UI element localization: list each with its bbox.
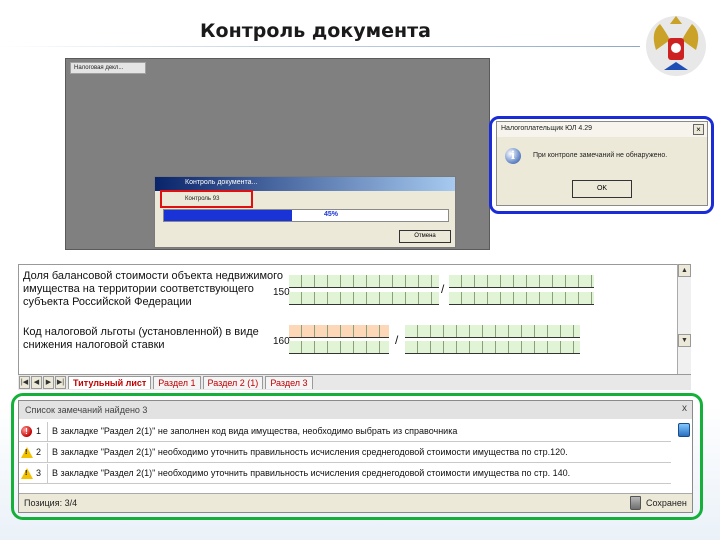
- trash-icon[interactable]: [630, 496, 641, 510]
- benefit-code-input-2[interactable]: [289, 341, 389, 354]
- error-number: 3: [36, 468, 42, 478]
- error-row[interactable]: ! 2 В закладке "Раздел 2(1)" необходимо …: [19, 443, 671, 463]
- tab-title-page[interactable]: Титульный лист: [68, 376, 152, 389]
- next-tab-icon[interactable]: ▶: [43, 376, 54, 389]
- info-dialog-title: Налогоплательщик ЮЛ 4.29: [497, 122, 707, 137]
- tab-section-3[interactable]: Раздел 3: [265, 376, 313, 389]
- benefit-rate-input[interactable]: [405, 325, 580, 338]
- form-label-share: Доля балансовой стоимости объекта недвиж…: [23, 270, 284, 308]
- progress-dialog-title: Контроль документа...: [155, 177, 455, 191]
- scroll-down-arrow-icon[interactable]: ▼: [678, 334, 691, 347]
- error-text: В закладке "Раздел 2(1)" не заполнен код…: [52, 426, 458, 436]
- share-denominator-input[interactable]: [449, 275, 594, 288]
- scroll-up-arrow-icon[interactable]: ▲: [678, 264, 691, 277]
- share-denominator-input-2[interactable]: [449, 292, 594, 305]
- progress-dialog: Контроль документа... Контроль 93 45% От…: [154, 176, 456, 248]
- error-stop-icon: !: [21, 426, 32, 437]
- declaration-form: Доля балансовой стоимости объекта недвиж…: [18, 264, 691, 390]
- info-icon: i: [505, 148, 521, 164]
- prev-tab-icon[interactable]: ◀: [31, 376, 42, 389]
- fraction-slash-2: /: [395, 333, 399, 347]
- fraction-slash: /: [441, 282, 445, 296]
- row-divider: [47, 464, 48, 483]
- share-numerator-input[interactable]: [289, 275, 439, 288]
- line-code-160: 160: [273, 336, 290, 347]
- error-row[interactable]: ! 3 В закладке "Раздел 2(1)" необходимо …: [19, 464, 671, 484]
- copy-icon[interactable]: [678, 423, 690, 437]
- slide-title: Контроль документа: [200, 20, 431, 42]
- row-divider: [47, 443, 48, 462]
- errors-header: Список замечаний найдено 3 x: [19, 401, 692, 419]
- errors-header-title: Список замечаний найдено 3: [25, 405, 148, 415]
- info-dialog: Налогоплательщик ЮЛ 4.29 × i При контрол…: [496, 121, 708, 206]
- benefit-rate-input-2[interactable]: [405, 341, 580, 354]
- row-divider: [47, 422, 48, 441]
- progress-label: 45%: [324, 211, 339, 218]
- error-number: 1: [36, 426, 42, 436]
- progress-bar: 45%: [163, 209, 449, 222]
- close-icon[interactable]: x: [682, 403, 687, 414]
- info-message: При контроле замечаний не обнаружено.: [533, 152, 668, 159]
- window-title: Налоговая декл...: [70, 62, 146, 74]
- close-icon[interactable]: ×: [693, 124, 704, 135]
- error-text: В закладке "Раздел 2(1)" необходимо уточ…: [52, 447, 568, 457]
- error-number: 2: [36, 447, 42, 457]
- form-scrollbar[interactable]: ▲ ▼: [677, 264, 691, 376]
- last-tab-icon[interactable]: ▶|: [55, 376, 66, 389]
- error-row[interactable]: ! 1 В закладке "Раздел 2(1)" не заполнен…: [19, 422, 671, 442]
- first-tab-icon[interactable]: |◀: [19, 376, 30, 389]
- section-tabs: |◀ ◀ ▶ ▶| Титульный лист Раздел 1 Раздел…: [18, 374, 691, 390]
- status-state: Сохранен: [646, 498, 687, 508]
- status-highlight-frame: [160, 190, 253, 208]
- status-position: Позиция: 3/4: [24, 498, 78, 508]
- errors-panel: Список замечаний найдено 3 x ! 1 В закла…: [18, 400, 693, 513]
- line-code-150: 150: [273, 287, 290, 298]
- russian-coat-of-arms-icon: [646, 16, 706, 76]
- share-numerator-input-2[interactable]: [289, 292, 439, 305]
- ok-button[interactable]: OK: [572, 180, 632, 198]
- tab-section-1[interactable]: Раздел 1: [153, 376, 201, 389]
- form-label-benefit-code: Код налоговой льготы (установленной) в в…: [23, 326, 259, 351]
- status-bar: Позиция: 3/4 Сохранен: [19, 493, 692, 512]
- progress-fill: [164, 210, 292, 221]
- tab-section-2-1[interactable]: Раздел 2 (1): [202, 376, 264, 389]
- title-underline: [0, 46, 640, 47]
- cancel-button[interactable]: Отмена: [399, 230, 451, 243]
- error-text: В закладке "Раздел 2(1)" необходимо уточ…: [52, 468, 571, 478]
- benefit-code-input[interactable]: [289, 325, 389, 338]
